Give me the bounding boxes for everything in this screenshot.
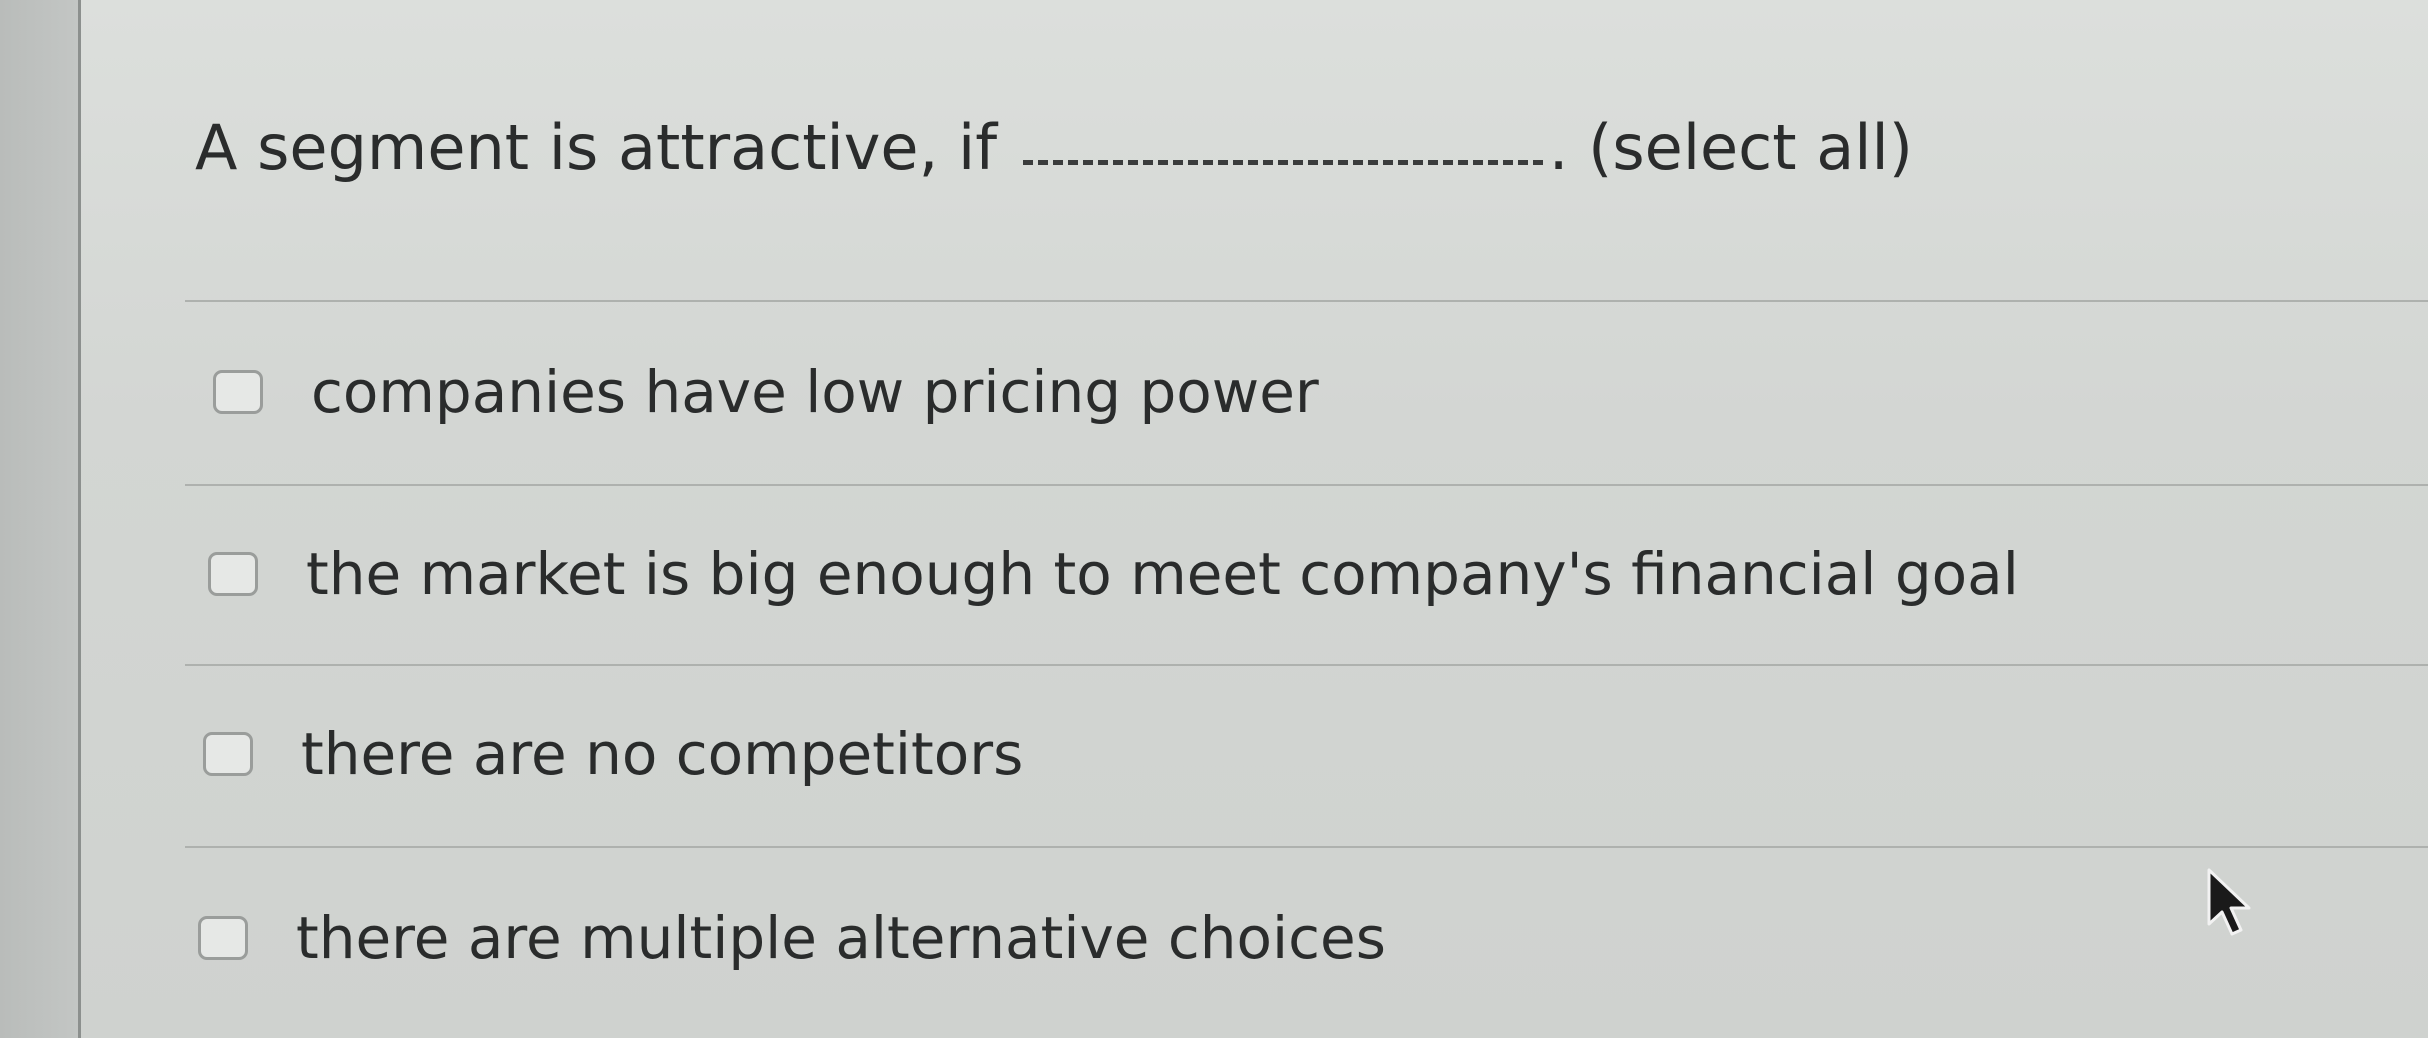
mouse-pointer-icon bbox=[2207, 868, 2251, 936]
option-label: there are multiple alternative choices bbox=[296, 904, 1386, 972]
option-label: there are no competitors bbox=[301, 720, 1024, 788]
option-2[interactable]: the market is big enough to meet company… bbox=[208, 540, 2019, 608]
checkbox-icon[interactable] bbox=[198, 916, 248, 960]
option-label: companies have low pricing power bbox=[311, 358, 1319, 426]
question-prefix: A segment is attractive, if bbox=[195, 111, 998, 184]
divider-line bbox=[185, 664, 2428, 666]
option-3[interactable]: there are no competitors bbox=[203, 720, 1023, 788]
checkbox-icon[interactable] bbox=[203, 732, 253, 776]
question-suffix: . (select all) bbox=[1548, 111, 1913, 184]
checkbox-icon[interactable] bbox=[213, 370, 263, 414]
question-text: A segment is attractive, if . (select al… bbox=[195, 108, 1913, 188]
checkbox-icon[interactable] bbox=[208, 552, 258, 596]
left-margin bbox=[0, 0, 78, 1038]
divider-line bbox=[185, 484, 2428, 486]
option-4[interactable]: there are multiple alternative choices bbox=[198, 904, 1386, 972]
option-1[interactable]: companies have low pricing power bbox=[213, 358, 1319, 426]
answer-blank bbox=[1022, 156, 1543, 165]
option-label: the market is big enough to meet company… bbox=[306, 540, 2019, 608]
divider-line bbox=[185, 846, 2428, 848]
divider-line bbox=[185, 300, 2428, 302]
